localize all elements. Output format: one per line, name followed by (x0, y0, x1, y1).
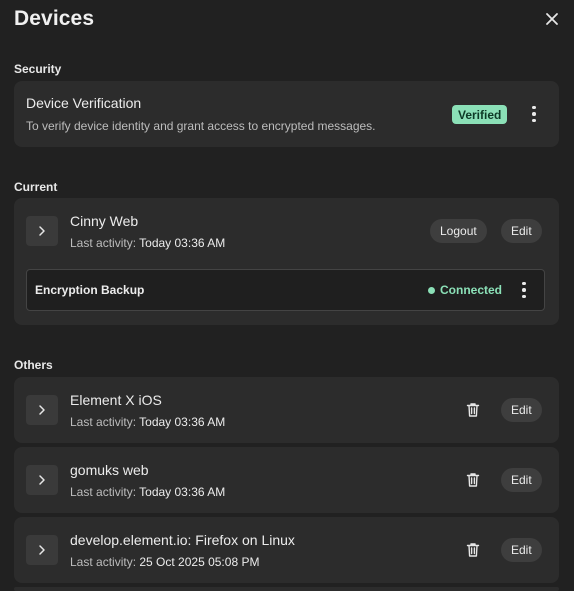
device-expand-button[interactable] (26, 395, 58, 425)
current-device-edit-button[interactable]: Edit (501, 219, 542, 243)
trash-icon (466, 473, 480, 487)
close-button[interactable] (542, 9, 562, 29)
activity-value: Today 03:36 AM (139, 485, 226, 499)
device-expand-button[interactable] (26, 535, 58, 565)
section-label-security: Security (14, 62, 62, 76)
close-icon (546, 13, 558, 25)
section-label-current: Current (14, 180, 58, 194)
backup-more-button[interactable] (514, 278, 534, 302)
other-device-card: gomuks web Last activity: Today 03:36 AM… (14, 447, 559, 513)
device-name: gomuks web (70, 462, 149, 478)
device-edit-button[interactable]: Edit (501, 538, 542, 562)
logout-button[interactable]: Logout (430, 219, 487, 243)
delete-device-button[interactable] (464, 541, 482, 559)
panel-header: Devices (14, 6, 560, 32)
devices-panel: Devices Security Device Verification To … (0, 0, 574, 591)
other-device-card: develop.element.io: Firefox on Linux Las… (14, 517, 559, 583)
current-device-activity: Last activity: Today 03:36 AM (70, 236, 225, 250)
status-dot-icon (428, 286, 435, 294)
device-name: develop.element.io: Firefox on Linux (70, 532, 295, 548)
device-edit-button[interactable]: Edit (501, 398, 542, 422)
current-device-row: Cinny Web Last activity: Today 03:36 AM … (14, 198, 559, 264)
trash-icon (466, 403, 480, 417)
activity-label: Last activity: (70, 555, 137, 569)
device-name: Element X iOS (70, 392, 162, 408)
verification-more-button[interactable] (524, 102, 544, 126)
activity-value: 25 Oct 2025 05:08 PM (139, 555, 260, 569)
current-device-card: Cinny Web Last activity: Today 03:36 AM … (14, 198, 559, 325)
device-activity: Last activity: Today 03:36 AM (70, 485, 225, 499)
device-verification-description: To verify device identity and grant acce… (26, 119, 376, 133)
encryption-backup-box: Encryption Backup Connected (26, 269, 545, 311)
activity-value: Today 03:36 AM (139, 236, 226, 250)
delete-device-button[interactable] (464, 401, 482, 419)
list-item: gomuks web Last activity: Today 03:36 AM… (14, 447, 559, 513)
chevron-right-icon (39, 475, 45, 485)
page-title: Devices (14, 7, 95, 30)
activity-label: Last activity: (70, 415, 137, 429)
device-edit-button[interactable]: Edit (501, 468, 542, 492)
section-label-others: Others (14, 358, 53, 372)
activity-label: Last activity: (70, 236, 137, 250)
backup-status-text: Connected (440, 283, 503, 297)
chevron-right-icon (39, 226, 45, 236)
encryption-backup-label: Encryption Backup (35, 283, 145, 297)
trash-icon (466, 543, 480, 557)
other-device-card: Element X iOS Last activity: Today 03:36… (14, 377, 559, 443)
device-verification-title: Device Verification (26, 95, 142, 111)
current-device-expand-button[interactable] (26, 216, 58, 246)
activity-label: Last activity: (70, 485, 137, 499)
device-expand-button[interactable] (26, 465, 58, 495)
list-item: develop.element.io: Firefox on Linux Las… (14, 517, 559, 583)
list-item: Element X iOS Last activity: Today 03:36… (14, 377, 559, 443)
backup-status: Connected (428, 283, 502, 297)
verified-badge: Verified (452, 105, 508, 124)
more-vertical-icon (532, 105, 536, 110)
activity-value: Today 03:36 AM (139, 415, 226, 429)
more-vertical-icon (522, 281, 526, 286)
current-device-name: Cinny Web (70, 213, 139, 229)
chevron-right-icon (39, 405, 45, 415)
chevron-right-icon (39, 545, 45, 555)
device-verification-card: Device Verification To verify device ide… (14, 81, 559, 147)
device-activity: Last activity: Today 03:36 AM (70, 415, 225, 429)
other-device-card-partial (14, 587, 559, 591)
device-activity: Last activity: 25 Oct 2025 05:08 PM (70, 555, 259, 569)
delete-device-button[interactable] (464, 471, 482, 489)
